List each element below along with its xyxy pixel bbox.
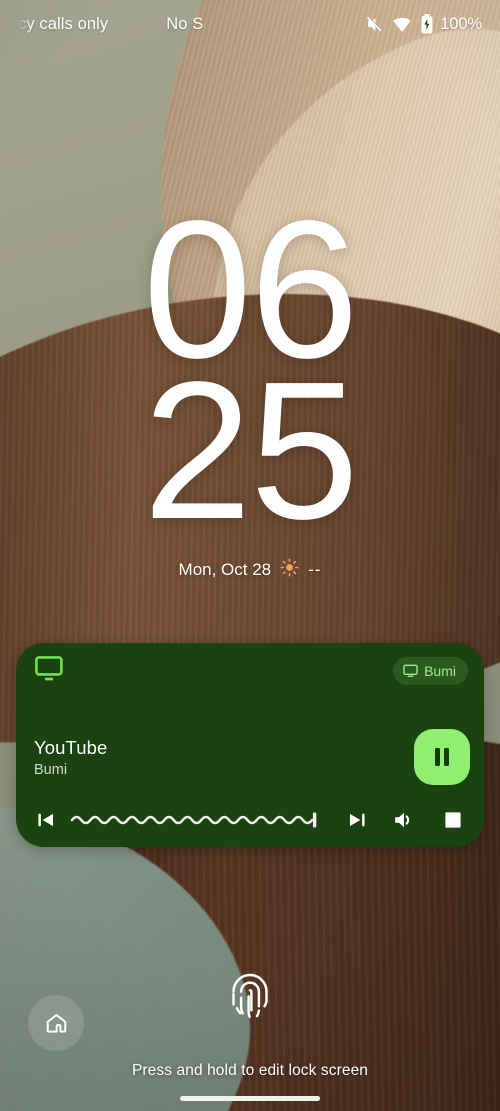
- pause-icon: [435, 748, 449, 766]
- media-controls-row: [16, 793, 484, 847]
- volume-muted-icon: [365, 15, 384, 34]
- next-track-button[interactable]: [345, 808, 369, 832]
- date-label: Mon, Oct 28: [178, 560, 272, 579]
- sunny-icon: [280, 558, 299, 582]
- carrier-label-primary: cy calls only: [18, 14, 109, 33]
- edit-lock-screen-hint[interactable]: Press and hold to edit lock screen: [0, 1062, 500, 1080]
- cast-tv-icon: [34, 655, 64, 688]
- status-bar-left: cy calls only No S: [18, 15, 365, 34]
- lock-screen-clock: 06 25: [0, 192, 500, 560]
- date-weather-row[interactable]: Mon, Oct 28 --: [0, 558, 500, 582]
- play-pause-button[interactable]: [414, 729, 470, 785]
- wifi-icon: [392, 14, 412, 34]
- status-bar-right: 100%: [365, 14, 482, 34]
- media-header: Bumi: [16, 643, 484, 699]
- media-progress-slider[interactable]: [70, 808, 331, 832]
- home-icon: [44, 1011, 69, 1036]
- temperature-label: --: [308, 560, 322, 579]
- stop-button[interactable]: [442, 809, 464, 831]
- media-player-card[interactable]: Bumi YouTube Bumi: [16, 643, 484, 847]
- carrier-label-secondary: No S: [166, 14, 204, 33]
- status-bar: cy calls only No S 100%: [0, 0, 500, 48]
- media-subtitle: Bumi: [34, 761, 68, 778]
- home-controls-button[interactable]: [28, 995, 84, 1051]
- lock-screen: cy calls only No S 100% 06 25 Mon, Oct 2…: [0, 0, 500, 1111]
- fingerprint-unlock-button[interactable]: [219, 963, 281, 1025]
- gesture-nav-pill[interactable]: [180, 1096, 320, 1101]
- volume-button[interactable]: [391, 808, 416, 832]
- cast-device-chip[interactable]: Bumi: [393, 657, 468, 685]
- tv-icon: [403, 664, 418, 678]
- previous-track-button[interactable]: [34, 808, 58, 832]
- media-title: YouTube: [34, 736, 108, 758]
- media-track-info: YouTube Bumi: [34, 737, 107, 778]
- fingerprint-icon: [219, 963, 281, 1025]
- battery-percent-label: 100%: [440, 14, 482, 33]
- media-info-row: YouTube Bumi: [16, 729, 484, 785]
- battery-charging-icon: [420, 14, 434, 34]
- cast-device-label: Bumi: [424, 663, 456, 679]
- clock-minutes: 25: [142, 340, 359, 560]
